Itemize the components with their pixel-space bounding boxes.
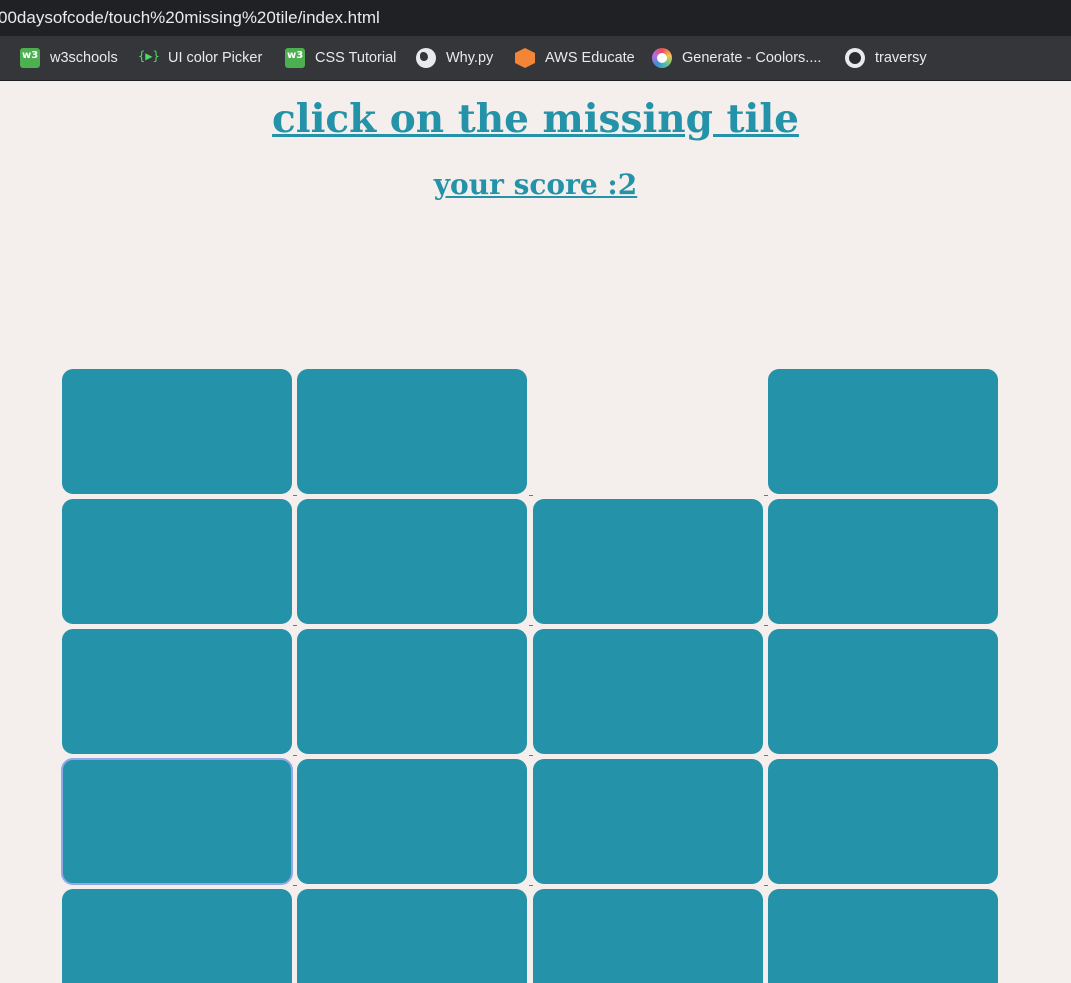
tile-separator bbox=[764, 625, 768, 626]
tile[interactable] bbox=[297, 499, 527, 624]
tile[interactable] bbox=[768, 629, 998, 754]
bookmark-label: CSS Tutorial bbox=[315, 50, 397, 66]
tile[interactable] bbox=[297, 629, 527, 754]
tile[interactable] bbox=[768, 499, 998, 624]
tile[interactable] bbox=[62, 369, 292, 494]
tile-separator bbox=[764, 755, 768, 756]
bookmark-aws-educate[interactable]: AWS Educate bbox=[515, 47, 635, 69]
tile-separator bbox=[293, 885, 297, 886]
bookmark-traversy[interactable]: traversy bbox=[845, 47, 927, 69]
tile-separator bbox=[293, 625, 297, 626]
bookmark-label: traversy bbox=[875, 50, 927, 66]
tile[interactable] bbox=[62, 499, 292, 624]
address-bar[interactable]: 00daysofcode/touch%20missing%20tile/inde… bbox=[0, 0, 1071, 36]
tile[interactable] bbox=[533, 759, 763, 884]
tile-separator bbox=[293, 755, 297, 756]
score-display: your score :2 bbox=[433, 168, 638, 201]
url-text: 00daysofcode/touch%20missing%20tile/inde… bbox=[0, 8, 380, 27]
bookmark-ui-color-picker[interactable]: UI color Picker bbox=[138, 47, 262, 69]
tile-separator bbox=[529, 495, 533, 496]
tile[interactable] bbox=[61, 758, 293, 885]
tile[interactable] bbox=[533, 499, 763, 624]
tile-separator bbox=[529, 885, 533, 886]
bookmark-label: Generate - Coolors.... bbox=[682, 50, 822, 66]
game-page: click on the missing tile your score :2 bbox=[0, 81, 1071, 983]
bookmark-w3schools[interactable]: w3schools bbox=[20, 47, 118, 69]
tile[interactable] bbox=[533, 629, 763, 754]
tile[interactable] bbox=[768, 759, 998, 884]
w3schools-icon bbox=[20, 48, 40, 68]
bookmark-label: w3schools bbox=[50, 50, 118, 66]
tile[interactable] bbox=[62, 889, 292, 983]
bookmark-label: Why.py bbox=[446, 50, 494, 66]
bookmark-why-py[interactable]: Why.py bbox=[416, 47, 493, 69]
tile[interactable] bbox=[297, 369, 527, 494]
github-icon bbox=[845, 48, 865, 68]
tile[interactable] bbox=[297, 759, 527, 884]
tile[interactable] bbox=[62, 629, 292, 754]
bookmark-coolors[interactable]: Generate - Coolors.... bbox=[652, 47, 821, 69]
bookmark-css-tutorial[interactable]: CSS Tutorial bbox=[285, 47, 396, 69]
bookmark-label: AWS Educate bbox=[545, 50, 635, 66]
tile[interactable] bbox=[768, 889, 998, 983]
tile-separator bbox=[764, 495, 768, 496]
tile[interactable] bbox=[768, 369, 998, 494]
tile[interactable] bbox=[297, 889, 527, 983]
tile-separator bbox=[529, 755, 533, 756]
globe-icon bbox=[416, 48, 436, 68]
color-picker-icon bbox=[138, 48, 160, 68]
bookmarks-bar: w3schools UI color Picker CSS Tutorial W… bbox=[0, 36, 1071, 81]
missing-tile[interactable] bbox=[533, 369, 763, 494]
w3schools-icon bbox=[285, 48, 305, 68]
bookmark-label: UI color Picker bbox=[168, 50, 263, 66]
aws-icon bbox=[515, 48, 535, 68]
coolors-icon bbox=[652, 48, 672, 68]
tile[interactable] bbox=[533, 889, 763, 983]
tile-separator bbox=[293, 495, 297, 496]
page-title: click on the missing tile bbox=[272, 96, 799, 142]
tile-separator bbox=[764, 885, 768, 886]
tile-separator bbox=[529, 625, 533, 626]
